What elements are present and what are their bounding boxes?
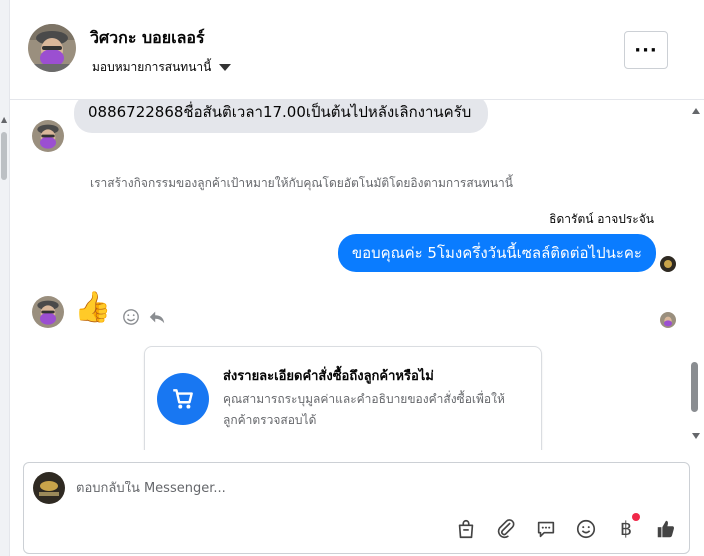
reply-composer: ฿	[23, 462, 690, 554]
assign-conversation-label: มอบหมายการสนทนานี้	[92, 60, 212, 74]
sender-avatar[interactable]	[32, 120, 64, 152]
outgoing-message-bubble[interactable]: ขอบคุณค่ะ 5โมงครึ่งวันนี้เซลล์ติดต่อไปนะ…	[337, 234, 656, 272]
shopping-cart-icon	[157, 373, 209, 425]
notification-badge	[632, 513, 640, 521]
composer-toolbar: ฿	[453, 513, 679, 542]
page-sender-name: ธิดารัตน์ อาจประจัน	[549, 212, 654, 226]
conversation-header: วิศวกะ บอยเลอร์ มอบหมายการสนทนานี้ ···	[10, 0, 704, 100]
more-options-button[interactable]: ···	[624, 31, 668, 69]
chat-bubble-icon[interactable]	[533, 516, 559, 542]
left-scroll-track: ▲	[0, 0, 10, 556]
page-avatar	[660, 256, 676, 272]
caret-down-icon	[219, 64, 232, 71]
order-card-body: คุณสามารถระบุมูลค่าและคำอธิบายของคำสั่งซ…	[223, 392, 505, 427]
sender-avatar-2[interactable]	[32, 296, 64, 328]
left-scroll-up-icon[interactable]: ▲	[1, 115, 7, 124]
message-scrollbar-thumb[interactable]	[691, 362, 698, 412]
thumbs-up-icon[interactable]	[653, 516, 679, 542]
contact-avatar[interactable]	[28, 24, 76, 72]
page-avatar-composer	[33, 472, 65, 504]
shopping-bag-icon[interactable]	[453, 516, 479, 542]
order-card-title: ส่งรายละเอียดคำสั่งซื้อถึงลูกค้าหรือไม่	[223, 369, 434, 384]
react-emoji-icon[interactable]	[122, 308, 140, 326]
baht-icon[interactable]: ฿	[613, 513, 640, 542]
auto-activity-note: เราสร้างกิจกรรมของลูกค้าเป้าหมายให้กับคุ…	[90, 176, 513, 190]
reply-arrow-icon[interactable]	[148, 308, 166, 326]
reply-input[interactable]	[76, 481, 666, 496]
read-receipt-avatar	[660, 312, 676, 328]
send-order-details-card[interactable]: ส่งรายละเอียดคำสั่งซื้อถึงลูกค้าหรือไม่ …	[144, 346, 542, 450]
left-scrollbar-thumb[interactable]	[1, 132, 7, 180]
paperclip-icon[interactable]	[493, 516, 519, 542]
messenger-conversation-panel: ▲ วิศวกะ บอยเลอร์ มอบหมายการสนทนานี้ ···	[0, 0, 704, 556]
message-list: 0886722868ชื่อสันติเวลา17.00เป็นต้นไปหลั…	[10, 100, 690, 450]
incoming-message-bubble[interactable]: 0886722868ชื่อสันติเวลา17.00เป็นต้นไปหลั…	[74, 100, 488, 133]
assign-conversation-dropdown[interactable]: มอบหมายการสนทนานี้	[92, 58, 232, 77]
emoji-icon[interactable]	[573, 516, 599, 542]
contact-name: วิศวกะ บอยเลอร์	[90, 28, 205, 47]
thumbs-up-reaction: 👍	[74, 290, 112, 325]
scroll-up-arrow-icon[interactable]	[692, 108, 700, 114]
scroll-down-arrow-icon[interactable]	[692, 433, 700, 439]
baht-symbol: ฿	[619, 518, 633, 540]
